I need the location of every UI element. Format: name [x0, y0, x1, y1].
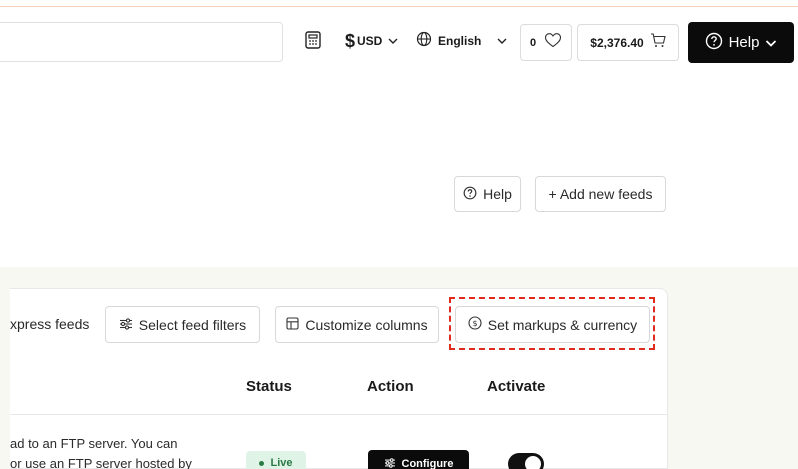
help-button-label: Help: [483, 186, 512, 202]
cart-button[interactable]: $2,376.40: [577, 24, 679, 61]
column-header-action: Action: [367, 378, 414, 395]
search-input[interactable]: [0, 22, 283, 62]
svg-text:$: $: [472, 319, 477, 328]
feed-description-line: ad to an FTP server. You can: [10, 436, 178, 451]
top-divider: [0, 0, 798, 7]
chevron-down-icon: [497, 32, 507, 50]
cart-icon: [650, 32, 666, 53]
wishlist-button[interactable]: 0: [520, 24, 572, 61]
feeds-tab-label[interactable]: xpress feeds: [10, 316, 89, 332]
chevron-down-icon: [765, 34, 777, 51]
currency-code: USD: [357, 34, 383, 48]
configure-button[interactable]: Configure: [368, 450, 469, 469]
add-new-feeds-button[interactable]: + Add new feeds: [535, 176, 666, 212]
currency-symbol: $: [345, 30, 356, 51]
wishlist-count: 0: [529, 36, 537, 49]
help-label: Help: [728, 34, 760, 51]
sliders-icon: [119, 317, 133, 333]
feed-description: ad to an FTP server. You can or use an F…: [10, 434, 220, 469]
table-icon: [286, 316, 299, 333]
language-selector[interactable]: English: [416, 31, 507, 51]
cart-total: $2,376.40: [590, 35, 644, 50]
set-markups-currency-button[interactable]: $ Set markups & currency: [455, 306, 650, 343]
feed-description-line: or use an FTP server hosted by: [10, 456, 192, 469]
chevron-down-icon: [388, 32, 398, 50]
help-button[interactable]: Help: [454, 176, 521, 212]
status-label: Live: [270, 457, 293, 469]
sliders-icon: [384, 457, 396, 469]
column-header-activate: Activate: [487, 378, 546, 395]
header-divider: [10, 414, 668, 415]
language-label: English: [438, 34, 482, 48]
heart-icon: [544, 32, 562, 53]
status-dot-icon: [259, 460, 265, 466]
calculator-icon[interactable]: [305, 31, 321, 49]
column-header-status: Status: [246, 378, 292, 395]
configure-label: Configure: [401, 458, 454, 469]
add-feeds-label: + Add new feeds: [548, 186, 653, 202]
dollar-circle-icon: $: [468, 316, 482, 333]
customize-columns-button[interactable]: Customize columns: [275, 306, 439, 343]
status-badge: Live: [246, 451, 306, 469]
question-circle-icon: [463, 186, 477, 203]
activate-toggle[interactable]: [508, 453, 544, 469]
toggle-knob: [525, 456, 541, 469]
columns-label: Customize columns: [305, 316, 428, 333]
question-circle-icon: [705, 32, 723, 54]
currency-selector[interactable]: $ USD: [345, 31, 398, 51]
help-menu-button[interactable]: Help: [688, 22, 794, 63]
globe-icon: [416, 31, 432, 52]
markups-label: Set markups & currency: [487, 316, 638, 333]
select-feed-filters-button[interactable]: Select feed filters: [105, 306, 260, 343]
filters-label: Select feed filters: [138, 316, 247, 333]
